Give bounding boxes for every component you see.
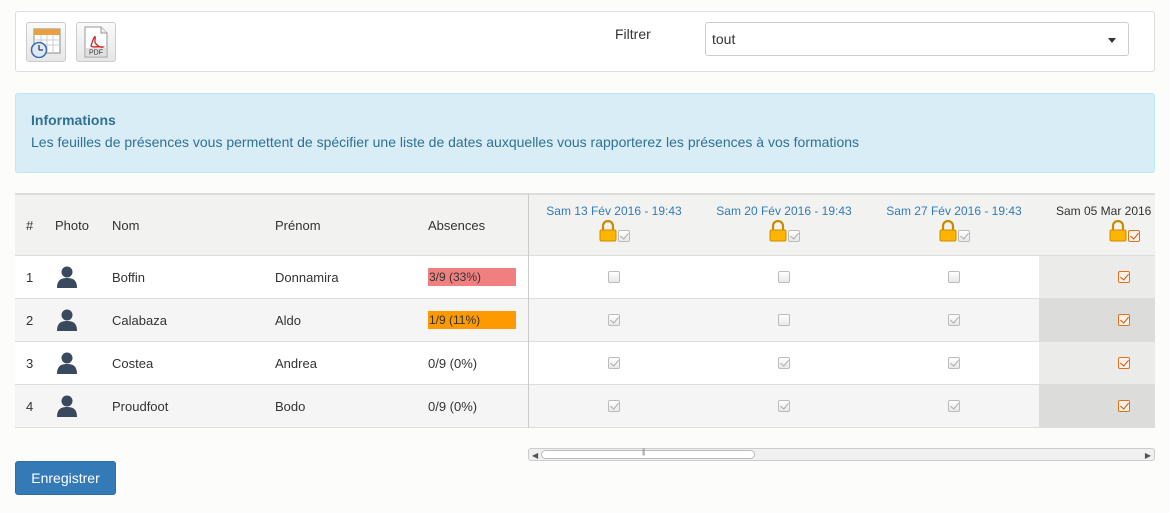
save-button[interactable]: Enregistrer <box>15 461 116 495</box>
date-column-header: Sam 27 Fév 2016 - 19:43 <box>869 195 1039 255</box>
presence-checkbox[interactable] <box>948 400 960 412</box>
lock-icon[interactable] <box>769 220 787 242</box>
absence-text: 0/9 (0%) <box>428 398 478 414</box>
avatar <box>56 299 78 341</box>
student-first-name: Bodo <box>275 398 306 414</box>
attendance-student-table: # Photo Nom Prénom Absences 1 Boffin Don… <box>15 193 528 428</box>
horizontal-scrollbar[interactable]: ◀ ▶ <box>528 448 1155 461</box>
col-header-prenom: Prénom <box>275 217 321 233</box>
avatar <box>56 385 78 427</box>
attendance-row <box>529 385 1155 428</box>
sheet-date[interactable]: Sam 05 Mar 2016 - 19:43 <box>1056 204 1155 218</box>
presence-checkbox[interactable] <box>948 271 960 283</box>
presence-checkbox[interactable] <box>608 400 620 412</box>
col-header-nom: Nom <box>112 217 140 233</box>
date-column-header: Sam 20 Fév 2016 - 19:43 <box>699 195 869 255</box>
presence-checkbox[interactable] <box>948 357 960 369</box>
student-first-name: Andrea <box>275 355 317 371</box>
scroll-left-icon[interactable]: ◀ <box>532 451 538 460</box>
col-header-photo: Photo <box>55 217 89 233</box>
table-row: 1 Boffin Donnamira 3/9 (33%) <box>15 256 528 299</box>
row-number: 2 <box>26 312 34 328</box>
sheet-date[interactable]: Sam 27 Fév 2016 - 19:43 <box>886 204 1021 218</box>
absence-indicator: 3/9 (33%) <box>428 256 516 298</box>
info-title: Informations <box>31 112 116 128</box>
date-header-row: Sam 13 Fév 2016 - 19:43 Sam 20 Fév 2016 … <box>529 195 1155 256</box>
attendance-row <box>529 256 1155 299</box>
presence-checkbox[interactable] <box>778 271 790 283</box>
date-column-header: Sam 13 Fév 2016 - 19:43 <box>529 195 699 255</box>
absence-indicator: 0/9 (0%) <box>428 385 477 427</box>
table-row: 4 Proudfoot Bodo 0/9 (0%) <box>15 385 528 428</box>
select-all-checkbox[interactable] <box>617 230 630 242</box>
student-last-name: Calabaza <box>112 312 167 328</box>
attendance-row <box>529 342 1155 385</box>
table-row: 2 Calabaza Aldo 1/9 (11%) <box>15 299 528 342</box>
attendance-row <box>529 299 1155 342</box>
student-first-name: Aldo <box>275 312 302 328</box>
presence-checkbox[interactable] <box>1118 314 1130 326</box>
info-alert: Informations Les feuilles de présences v… <box>15 93 1155 173</box>
student-first-name: Donnamira <box>275 269 339 285</box>
presence-checkbox[interactable] <box>608 357 620 369</box>
absence-bar: 1/9 (11%) <box>428 311 516 329</box>
scrollbar-thumb[interactable] <box>541 449 755 459</box>
table-row: 3 Costea Andrea 0/9 (0%) <box>15 342 528 385</box>
presence-checkbox[interactable] <box>778 400 790 412</box>
calendar-clock-icon <box>30 28 61 58</box>
filter-select[interactable]: tout <box>705 22 1129 56</box>
row-number: 4 <box>26 398 34 414</box>
toolbar: PDF Filtrer tout <box>15 11 1155 72</box>
person-icon <box>57 395 77 417</box>
sheet-date[interactable]: Sam 20 Fév 2016 - 19:43 <box>716 204 851 218</box>
row-number: 3 <box>26 355 34 371</box>
col-header-absences: Absences <box>428 217 486 233</box>
svg-text:PDF: PDF <box>89 50 103 57</box>
student-last-name: Proudfoot <box>112 398 169 414</box>
info-text: Les feuilles de présences vous permetten… <box>31 134 860 150</box>
student-last-name: Boffin <box>112 269 146 285</box>
date-column-header: Sam 05 Mar 2016 - 19:43 <box>1039 195 1155 255</box>
lock-icon[interactable] <box>599 220 617 242</box>
col-header-num: # <box>26 217 34 233</box>
avatar <box>56 256 78 298</box>
select-all-checkbox[interactable] <box>787 230 800 242</box>
presence-checkbox[interactable] <box>608 271 620 283</box>
presence-checkbox[interactable] <box>778 357 790 369</box>
absence-text: 0/9 (0%) <box>428 355 478 371</box>
select-all-checkbox[interactable] <box>1127 230 1140 242</box>
person-icon <box>57 266 77 288</box>
calendar-button[interactable] <box>26 22 66 62</box>
person-icon <box>57 352 77 374</box>
table-header-row: # Photo Nom Prénom Absences <box>15 195 528 256</box>
presence-checkbox[interactable] <box>948 314 960 326</box>
avatar <box>56 342 78 384</box>
chevron-down-icon <box>1108 38 1116 43</box>
absence-bar: 3/9 (33%) <box>428 268 516 286</box>
scroll-right-icon[interactable]: ▶ <box>1145 451 1151 460</box>
person-icon <box>57 309 77 331</box>
absence-indicator: 1/9 (11%) <box>428 299 516 341</box>
lock-icon[interactable] <box>939 220 957 242</box>
absence-indicator: 0/9 (0%) <box>428 342 477 384</box>
select-all-checkbox[interactable] <box>957 230 970 242</box>
student-last-name: Costea <box>112 355 154 371</box>
pdf-icon: PDF <box>84 26 108 58</box>
attendance-date-grid: Sam 13 Fév 2016 - 19:43 Sam 20 Fév 2016 … <box>528 193 1155 428</box>
presence-checkbox[interactable] <box>1118 400 1130 412</box>
row-number: 1 <box>26 269 34 285</box>
filter-label: Filtrer <box>615 26 651 42</box>
pdf-export-button[interactable]: PDF <box>76 22 116 62</box>
presence-checkbox[interactable] <box>1118 271 1130 283</box>
presence-checkbox[interactable] <box>1118 357 1130 369</box>
presence-checkbox[interactable] <box>778 314 790 326</box>
sheet-date[interactable]: Sam 13 Fév 2016 - 19:43 <box>546 204 681 218</box>
filter-selected-value: tout <box>712 31 736 47</box>
lock-icon[interactable] <box>1109 220 1127 242</box>
presence-checkbox[interactable] <box>608 314 620 326</box>
